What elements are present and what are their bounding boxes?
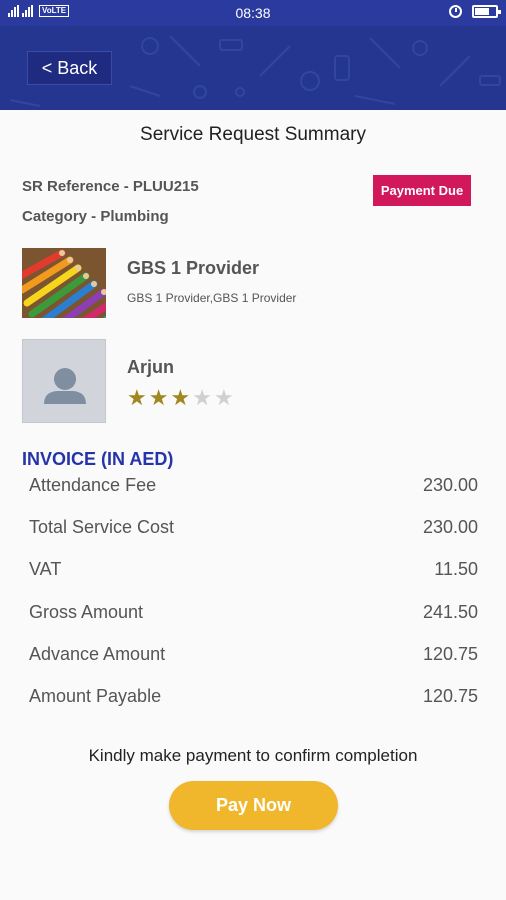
invoice-value: 120.75 xyxy=(422,643,478,664)
invoice-row: Total Service Cost 230.00 xyxy=(29,517,478,543)
invoice-row: VAT 11.50 xyxy=(29,559,478,585)
status-icons-right xyxy=(449,5,501,18)
invoice-label: Gross Amount xyxy=(29,601,144,622)
star-filled-icon: ★ xyxy=(127,385,147,410)
star-filled-icon: ★ xyxy=(148,385,169,410)
alarm-icon xyxy=(449,5,462,18)
provider-subtitle: GBS 1 Provider,GBS 1 Provider xyxy=(127,291,297,305)
payment-note: Kindly make payment to confirm completio… xyxy=(88,746,418,765)
provider-image xyxy=(22,248,106,318)
invoice-label: Advance Amount xyxy=(29,643,166,664)
invoice-label: Total Service Cost xyxy=(29,517,175,538)
invoice-label: Amount Payable xyxy=(29,686,162,706)
invoice-title: INVOICE (IN AED) xyxy=(22,449,174,469)
sr-category: Category - Plumbing xyxy=(22,208,169,225)
avatar xyxy=(22,339,106,423)
invoice-row: Amount Payable 120.75 xyxy=(29,686,478,712)
status-bar: VoLTE 08:38 xyxy=(0,0,506,26)
star-filled-icon: ★ xyxy=(170,385,191,410)
back-button[interactable]: < Back xyxy=(27,51,112,85)
invoice-row: Advance Amount 120.75 xyxy=(29,644,478,670)
invoice-label: VAT xyxy=(29,559,62,580)
status-time: 08:38 xyxy=(235,5,271,21)
status-badge: Payment Due xyxy=(373,175,471,206)
invoice-row: Attendance Fee 230.00 xyxy=(29,475,478,501)
pay-now-button[interactable]: Pay Now xyxy=(169,781,338,830)
invoice-value: 241.50 xyxy=(422,601,478,622)
star-empty-icon: ★ xyxy=(213,385,234,410)
invoice-row: Gross Amount 241.50 xyxy=(29,602,478,628)
colored-pencils-image xyxy=(22,248,106,318)
battery-icon xyxy=(472,5,501,18)
invoice-value: 11.50 xyxy=(434,559,478,580)
sr-reference: SR Reference - PLUU215 xyxy=(22,178,199,195)
invoice-value: 230.00 xyxy=(422,475,478,495)
star-empty-icon: ★ xyxy=(192,385,212,410)
invoice-value: 230.00 xyxy=(422,517,478,538)
page-title: Service Request Summary xyxy=(140,124,366,145)
user-placeholder-icon xyxy=(44,368,86,404)
invoice-value: 120.75 xyxy=(422,686,478,706)
rating-stars: ★ ★ ★ ★ ★ xyxy=(127,386,234,410)
provider-name: GBS 1 Provider xyxy=(127,258,260,278)
technician-name: Arjun xyxy=(127,357,174,377)
invoice-label: Attendance Fee xyxy=(29,475,157,495)
app-header: < Back xyxy=(0,26,506,110)
